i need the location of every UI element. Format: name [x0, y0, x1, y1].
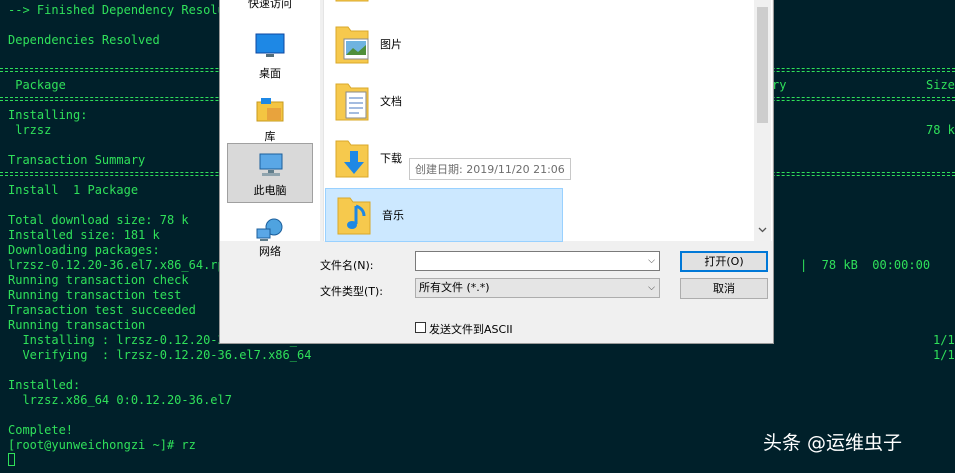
- ascii-checkbox[interactable]: [415, 322, 426, 333]
- nav-item-network[interactable]: 网络: [227, 209, 313, 269]
- nav-item-quick-access[interactable]: 快速访问: [227, 0, 313, 17]
- terminal-line: Dependencies Resolved: [8, 33, 160, 47]
- terminal-line: Installed:: [8, 378, 81, 392]
- terminal-line: Running transaction: [8, 318, 146, 332]
- chevron-down-icon[interactable]: [758, 227, 767, 233]
- terminal-line: Verifying : lrzsz-0.12.20-36.el7.x86_64: [8, 348, 312, 362]
- terminal-cursor: [8, 453, 15, 466]
- terminal-line: lrzsz: [8, 123, 52, 137]
- nav-label: 快速访问: [248, 0, 292, 10]
- terminal-line: Installed size: 181 k: [8, 228, 160, 242]
- terminal-line: Downloading packages:: [8, 243, 160, 257]
- file-label: 文档: [380, 95, 402, 108]
- folder-icon: [335, 0, 369, 2]
- terminal-line: Total download size: 78 k: [8, 213, 189, 227]
- terminal-line: Running transaction check: [8, 273, 189, 287]
- ascii-checkbox-label[interactable]: 发送文件到ASCII: [429, 321, 513, 337]
- cancel-button[interactable]: 取消: [680, 278, 768, 299]
- file-label: 下载: [380, 152, 402, 165]
- downloads-folder-icon: [335, 140, 369, 178]
- installing-count: 1/1: [933, 333, 955, 347]
- vertical-scrollbar[interactable]: [754, 0, 771, 241]
- list-item-partial[interactable]: [324, 0, 564, 5]
- filename-field[interactable]: ⌵: [415, 251, 660, 271]
- file-open-dialog[interactable]: 快速访问 桌面 库 此电脑 网络 图片 文档 下载 音乐 创建日期: 2019/…: [219, 0, 774, 344]
- scrollbar-thumb[interactable]: [757, 7, 768, 123]
- nav-label: 网络: [259, 245, 281, 258]
- list-item[interactable]: 图片: [324, 18, 564, 72]
- music-folder-icon: [337, 197, 371, 235]
- size-header: Size: [926, 78, 955, 92]
- terminal-line: Transaction test succeeded: [8, 303, 196, 317]
- chevron-down-icon[interactable]: ⌵: [648, 252, 655, 270]
- nav-item-desktop[interactable]: 桌面: [227, 25, 313, 85]
- size-value: 78 k: [926, 123, 955, 137]
- terminal-line: Transaction Summary: [8, 153, 146, 167]
- repo-header-fragment: ry: [772, 78, 787, 92]
- chevron-down-icon[interactable]: ⌵: [648, 279, 655, 297]
- nav-label: 此电脑: [253, 184, 287, 197]
- filetype-value: 所有文件 (*.*): [419, 281, 490, 294]
- libraries-icon: [256, 98, 284, 122]
- filetype-select[interactable]: 所有文件 (*.*) ⌵: [415, 278, 660, 298]
- terminal-line: lrzsz-0.12.20-36.el7.x86_64.rp: [8, 258, 225, 272]
- file-label: 图片: [380, 38, 402, 51]
- filetype-label: 文件类型(T):: [320, 285, 384, 298]
- terminal-line: Package: [8, 78, 66, 92]
- file-label: 音乐: [382, 209, 404, 222]
- watermark: 头条 @运维虫子: [763, 432, 903, 454]
- tooltip: 创建日期: 2019/11/20 21:06: [409, 158, 571, 180]
- download-progress: | 78 kB 00:00:00: [800, 258, 931, 272]
- pictures-folder-icon: [335, 26, 369, 64]
- nav-label: 桌面: [259, 67, 281, 80]
- terminal-line: Installing:: [8, 108, 88, 122]
- desktop-icon: [255, 33, 285, 57]
- filename-label: 文件名(N):: [320, 259, 374, 272]
- nav-item-libraries[interactable]: 库: [227, 88, 313, 148]
- network-icon: [256, 218, 283, 241]
- terminal-line: --> Finished Dependency Resolu: [8, 3, 225, 17]
- shell-prompt: [root@yunweichongzi ~]# rz: [8, 438, 196, 452]
- terminal-line: Install 1 Package: [8, 183, 139, 197]
- nav-label: 库: [264, 130, 276, 143]
- terminal-line: Complete!: [8, 423, 74, 437]
- nav-item-this-pc[interactable]: 此电脑: [227, 143, 313, 203]
- navigation-pane: 快速访问 桌面 库 此电脑 网络: [220, 0, 320, 258]
- verifying-count: 1/1: [933, 348, 955, 362]
- computer-icon: [259, 153, 283, 176]
- terminal-line: Running transaction test: [8, 288, 182, 302]
- documents-folder-icon: [335, 83, 369, 121]
- terminal-line: lrzsz.x86_64 0:0.12.20-36.el7: [8, 393, 232, 407]
- list-item-selected[interactable]: 音乐: [325, 188, 563, 242]
- open-button[interactable]: 打开(O): [680, 251, 768, 272]
- file-list: 图片 文档 下载 音乐: [323, 0, 772, 242]
- list-item[interactable]: 文档: [324, 75, 564, 129]
